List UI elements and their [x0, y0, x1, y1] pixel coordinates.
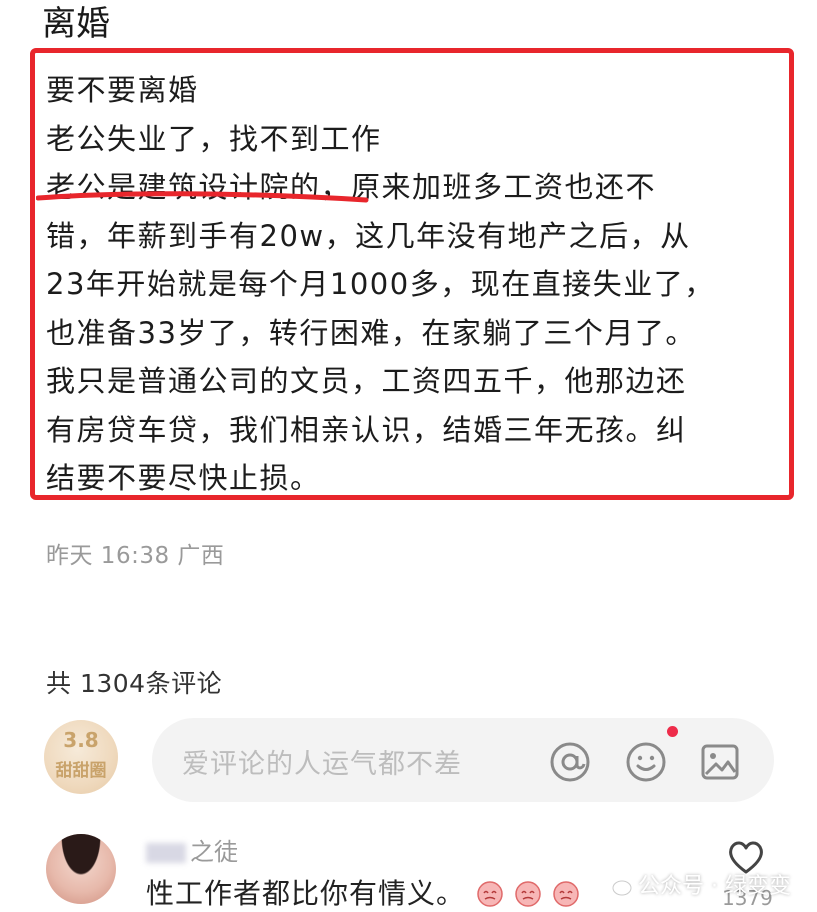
- blurred-name-part: [146, 843, 186, 863]
- post-body: 要不要离婚 老公失业了，找不到工作 老公是建筑设计院的，原来加班多工资也还不 错…: [46, 66, 786, 503]
- avatar-text-bottom: 甜甜圈: [55, 761, 107, 781]
- comment-body: 性工作者都比你有情义。: [146, 877, 466, 910]
- notification-dot: [667, 726, 678, 737]
- image-icon[interactable]: [698, 740, 742, 784]
- post-line: 23年开始就是每个月1000多，现在直接失业了，: [46, 267, 715, 301]
- avatar-text-top: 3.8: [63, 728, 99, 752]
- sad-emoji-icon: [552, 881, 579, 907]
- watermark: 公众号 · 绿变变: [604, 868, 791, 900]
- post-line: 错，年薪到手有20w，这几年没有地产之后，从: [46, 218, 691, 253]
- post-line: 老公失业了，找不到工作: [46, 121, 382, 156]
- sad-emoji-icon: [477, 881, 503, 907]
- comment-count: 共 1304条评论: [46, 669, 223, 698]
- commenter-name-text: 之徒: [190, 838, 238, 866]
- sad-emoji-icon: [515, 881, 541, 907]
- my-avatar[interactable]: 3.8 甜甜圈: [44, 720, 118, 794]
- post-line: 也准备33岁了，转行困难，在家躺了三个月了。: [46, 315, 696, 350]
- post-line: 有房贷车贷，我们相亲认识，结婚三年无孩。纠: [46, 412, 687, 447]
- watermark-text: 公众号 · 绿变变: [638, 874, 791, 899]
- red-underline-stroke: [36, 191, 369, 203]
- avatar-hair: [46, 834, 116, 904]
- comment-input[interactable]: 爱评论的人运气都不差: [152, 718, 774, 802]
- comment-input-placeholder: 爱评论的人运气都不差: [182, 749, 462, 780]
- post-meta: 昨天 16:38 广西: [46, 543, 225, 569]
- commenter-avatar[interactable]: [46, 834, 116, 904]
- post-title: 离婚: [42, 4, 110, 44]
- wechat-icon: [605, 875, 632, 896]
- post-line: 结要不要尽快止损。: [46, 461, 321, 495]
- post-line: 要不要离婚: [46, 73, 199, 107]
- comment-text: 性工作者都比你有情义。: [146, 872, 579, 912]
- commenter-name[interactable]: 之徒: [146, 832, 238, 867]
- smiley-icon[interactable]: [624, 740, 668, 784]
- at-sign-icon[interactable]: [548, 740, 592, 784]
- post-line: 我只是普通公司的文员，工资四五千，他那边还: [46, 364, 687, 398]
